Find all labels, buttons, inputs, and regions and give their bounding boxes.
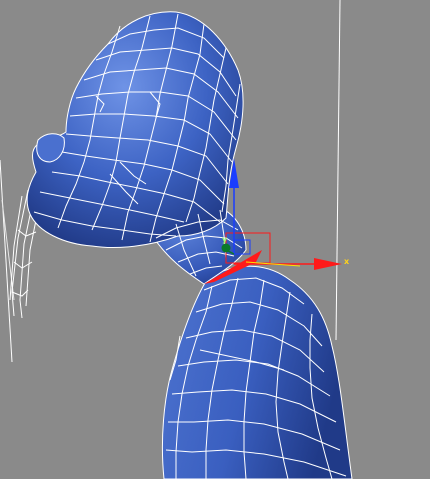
viewport-scene[interactable]: x y [0, 0, 430, 479]
gizmo-x-label: x [344, 257, 350, 266]
gizmo-y-axis-cone-icon[interactable] [221, 243, 231, 253]
3d-viewport[interactable]: x y [0, 0, 430, 479]
head-mesh[interactable] [26, 11, 244, 248]
gizmo-y-label: y [222, 235, 228, 244]
gizmo-x-axis-arrow-icon[interactable] [314, 258, 342, 270]
